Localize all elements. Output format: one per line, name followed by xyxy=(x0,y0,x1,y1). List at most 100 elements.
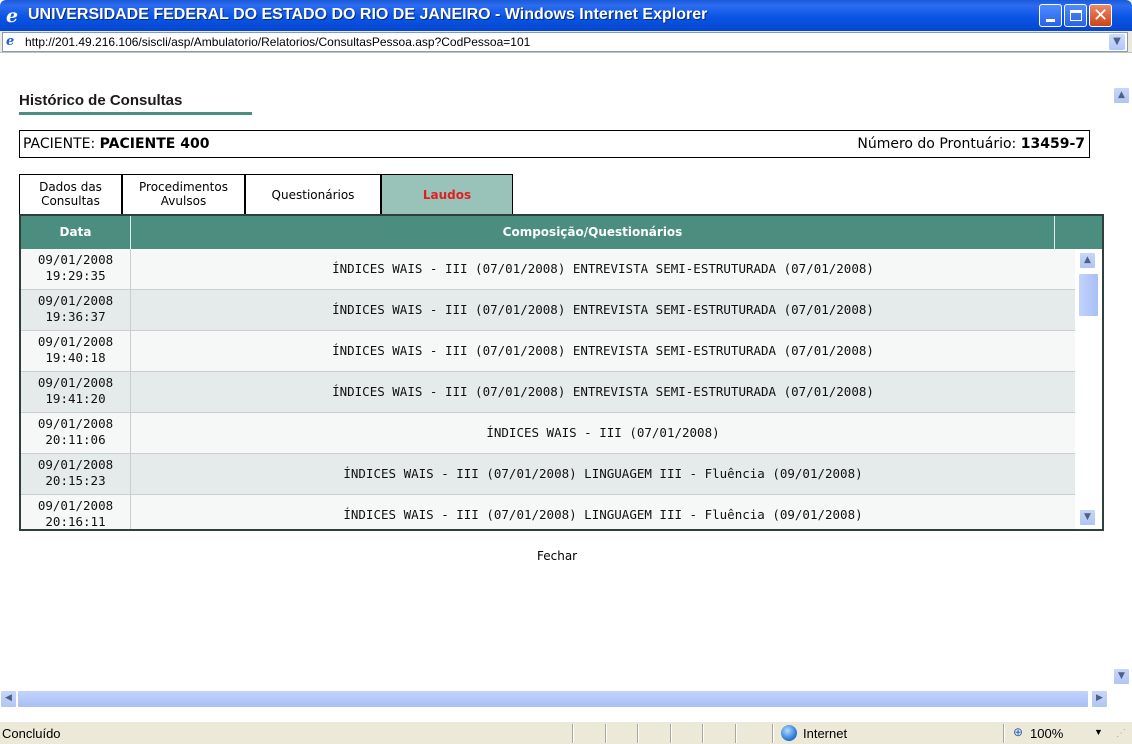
time-text: 19:41:20 xyxy=(45,391,106,406)
address-url[interactable]: http://201.49.216.106/siscli/asp/Ambulat… xyxy=(25,35,530,49)
date-cell: 09/01/2008 19:36:37 xyxy=(21,290,131,330)
status-divider xyxy=(735,724,737,743)
table-row[interactable]: 09/01/2008 19:36:37 ÍNDICES WAIS - III (0… xyxy=(21,290,1075,331)
tab-dados-das-consultas[interactable]: Dados das Consultas xyxy=(19,174,122,214)
date-cell: 09/01/2008 20:15:23 xyxy=(21,454,131,494)
time-text: 20:15:23 xyxy=(45,473,106,488)
table-row[interactable]: 09/01/2008 20:15:23 ÍNDICES WAIS - III (0… xyxy=(21,454,1075,495)
scroll-thumb[interactable] xyxy=(1078,273,1099,317)
patient-label: PACIENTE: xyxy=(23,136,96,152)
date-cell: 09/01/2008 19:41:20 xyxy=(21,372,131,412)
table-row[interactable]: 09/01/2008 19:41:20 ÍNDICES WAIS - III (0… xyxy=(21,372,1075,413)
page-icon: e xyxy=(6,34,15,49)
scroll-thumb[interactable] xyxy=(17,690,1089,708)
table-body: 09/01/2008 19:29:35 ÍNDICES WAIS - III (0… xyxy=(21,249,1075,529)
status-divider xyxy=(572,724,574,743)
table-header: Data Composição/Questionários xyxy=(21,216,1102,249)
date-text: 09/01/2008 xyxy=(37,457,114,472)
status-divider xyxy=(605,724,607,743)
date-text: 09/01/2008 xyxy=(37,498,114,513)
composition-cell: ÍNDICES WAIS - III (07/01/2008) LINGUAGE… xyxy=(343,466,863,481)
minimize-icon xyxy=(1046,19,1055,22)
scroll-down-icon[interactable]: ▼ xyxy=(1113,668,1130,685)
table-row[interactable]: 09/01/2008 20:16:11 ÍNDICES WAIS - III (0… xyxy=(21,495,1075,529)
scroll-right-icon[interactable]: ▶ xyxy=(1091,690,1108,708)
close-window-button[interactable]: ✕ xyxy=(1089,4,1112,27)
date-text: 09/01/2008 xyxy=(37,293,114,308)
composition-cell: ÍNDICES WAIS - III (07/01/2008) ENTREVIS… xyxy=(332,384,874,399)
composition-cell: ÍNDICES WAIS - III (07/01/2008) ENTREVIS… xyxy=(332,261,874,276)
scroll-up-icon[interactable]: ▲ xyxy=(1113,87,1130,104)
tab-questionarios[interactable]: Questionários xyxy=(245,174,381,214)
tab-label: Questionários xyxy=(271,188,355,202)
page-vertical-scrollbar[interactable]: ▲ ▼ xyxy=(1111,85,1132,690)
scroll-down-icon[interactable]: ▼ xyxy=(1079,509,1096,526)
tab-label-line2: Consultas xyxy=(41,194,100,208)
close-link[interactable]: Fechar xyxy=(537,549,577,563)
tab-label-line1: Dados das xyxy=(39,180,102,194)
composition-cell: ÍNDICES WAIS - III (07/01/2008) LINGUAGE… xyxy=(343,507,863,522)
address-bar: e http://201.49.216.106/siscli/asp/Ambul… xyxy=(0,31,1132,53)
status-divider xyxy=(670,724,672,743)
tab-procedimentos-avulsos[interactable]: Procedimentos Avulsos xyxy=(122,174,245,214)
column-header-data[interactable]: Data xyxy=(21,216,131,249)
tab-label-line1: Procedimentos xyxy=(139,180,228,194)
address-field[interactable]: e http://201.49.216.106/siscli/asp/Ambul… xyxy=(2,32,1128,52)
record-label: Número do Prontuário: xyxy=(857,136,1017,152)
minimize-button[interactable] xyxy=(1039,4,1062,27)
patient-name: PACIENTE 400 xyxy=(99,136,210,152)
scroll-up-icon[interactable]: ▲ xyxy=(1079,252,1096,269)
composition-cell: ÍNDICES WAIS - III (07/01/2008) ENTREVIS… xyxy=(332,343,874,358)
date-text: 09/01/2008 xyxy=(37,252,114,267)
chevron-down-icon[interactable]: ▼ xyxy=(1094,727,1103,737)
status-divider xyxy=(772,724,774,743)
patient-field: PACIENTE: PACIENTE 400 xyxy=(23,136,209,152)
status-divider xyxy=(637,724,639,743)
scroll-left-icon[interactable]: ◀ xyxy=(0,690,17,708)
time-text: 19:29:35 xyxy=(45,268,106,283)
window-title: UNIVERSIDADE FEDERAL DO ESTADO DO RIO DE… xyxy=(28,6,708,23)
date-text: 09/01/2008 xyxy=(37,416,114,431)
status-divider xyxy=(1003,724,1005,743)
table-row[interactable]: 09/01/2008 19:40:18 ÍNDICES WAIS - III (0… xyxy=(21,331,1075,372)
table-row[interactable]: 09/01/2008 19:29:35 ÍNDICES WAIS - III (0… xyxy=(21,249,1075,290)
tab-label-line2: Avulsos xyxy=(160,194,207,208)
tab-label: Laudos xyxy=(422,188,472,202)
date-text: 09/01/2008 xyxy=(37,375,114,390)
time-text: 19:36:37 xyxy=(45,309,106,324)
patient-info-bar: PACIENTE: PACIENTE 400 Número do Prontuá… xyxy=(19,130,1090,158)
page-title: Histórico de Consultas xyxy=(19,92,183,109)
zoom-level[interactable]: 100% xyxy=(1030,726,1063,741)
tab-laudos[interactable]: Laudos xyxy=(381,174,513,214)
resize-grip-icon[interactable]: ⋰ xyxy=(1116,728,1130,742)
maximize-button[interactable] xyxy=(1064,4,1087,27)
record-number: 13459-7 xyxy=(1020,136,1085,152)
globe-icon xyxy=(781,725,797,741)
security-zone[interactable]: Internet xyxy=(803,726,847,741)
status-text: Concluído xyxy=(2,726,61,741)
table-vertical-scrollbar[interactable]: ▲ ▼ xyxy=(1075,249,1102,529)
maximize-icon xyxy=(1070,10,1082,21)
composition-cell: ÍNDICES WAIS - III (07/01/2008) ENTREVIS… xyxy=(332,302,874,317)
date-cell: 09/01/2008 20:11:06 xyxy=(21,413,131,453)
zoom-icon: ⊕ xyxy=(1013,725,1024,739)
date-cell: 09/01/2008 20:16:11 xyxy=(21,495,131,529)
time-text: 20:16:11 xyxy=(45,514,106,529)
consultations-table: Data Composição/Questionários 09/01/2008… xyxy=(19,214,1104,531)
column-header-composicao[interactable]: Composição/Questionários xyxy=(131,216,1055,249)
chevron-down-icon[interactable]: ▼ xyxy=(1109,34,1125,50)
close-icon: ✕ xyxy=(1092,5,1109,26)
date-text: 09/01/2008 xyxy=(37,334,114,349)
page-horizontal-scrollbar[interactable]: ◀ ▶ xyxy=(0,690,1132,708)
status-bar: Concluído Internet ⊕ 100% ▼ ⋰ xyxy=(0,721,1132,744)
title-underline xyxy=(19,112,252,115)
date-cell: 09/01/2008 19:29:35 xyxy=(21,249,131,289)
record-field: Número do Prontuário: 13459-7 xyxy=(857,136,1085,152)
status-divider xyxy=(702,724,704,743)
internet-explorer-icon: e xyxy=(6,5,19,27)
date-cell: 09/01/2008 19:40:18 xyxy=(21,331,131,371)
composition-cell: ÍNDICES WAIS - III (07/01/2008) xyxy=(486,425,720,440)
time-text: 19:40:18 xyxy=(45,350,106,365)
table-row[interactable]: 09/01/2008 20:11:06 ÍNDICES WAIS - III (0… xyxy=(21,413,1075,454)
time-text: 20:11:06 xyxy=(45,432,106,447)
